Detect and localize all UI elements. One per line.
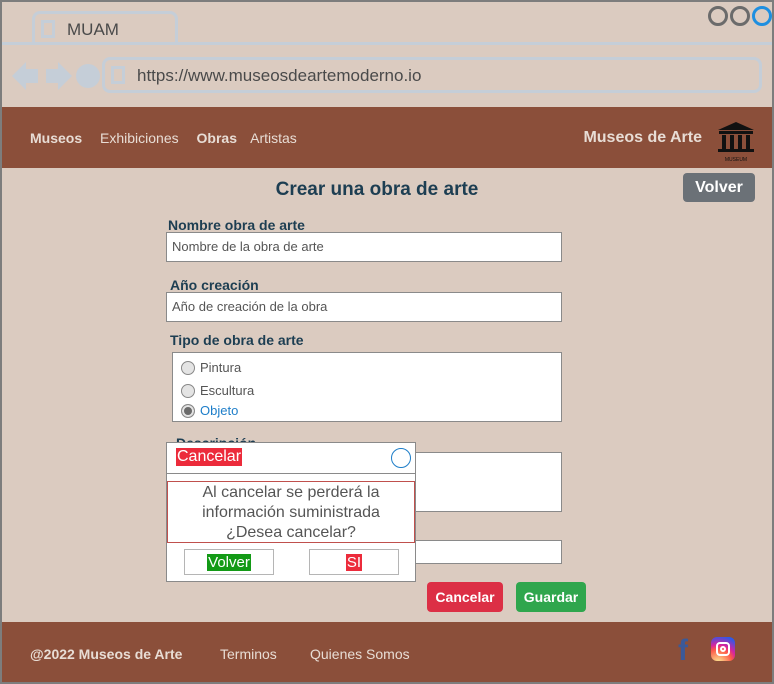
radio-objeto[interactable]: Objeto [181, 403, 238, 418]
site-header: Museos Exhibiciones Obras Artistas Museo… [2, 107, 772, 168]
dialog-message-line: información suministrada [202, 504, 380, 521]
back-arrow-icon[interactable] [12, 62, 38, 90]
radio-button[interactable] [181, 384, 195, 398]
browser-tab[interactable]: MUAM [32, 11, 178, 45]
facebook-icon[interactable]: f [678, 634, 688, 668]
dialog-yes-label: SI [345, 554, 363, 571]
radio-pintura[interactable]: Pintura [181, 360, 241, 375]
year-label: Año creación [170, 277, 259, 293]
radio-button[interactable] [181, 361, 195, 375]
dialog-yes-button[interactable]: SI [309, 549, 399, 575]
dialog-header: Cancelar [167, 443, 415, 474]
radio-label: Objeto [200, 403, 239, 418]
nav-museos[interactable]: Museos [30, 130, 82, 146]
dialog-message-line: Al cancelar se perderá la [202, 484, 380, 501]
name-label: Nombre obra de arte [168, 217, 305, 233]
back-button[interactable]: Volver [683, 173, 755, 202]
page-icon [111, 66, 125, 84]
dialog-back-button[interactable]: Volver [184, 549, 274, 575]
main-nav: Museos Exhibiciones Obras Artistas [30, 130, 311, 146]
nav-exhibiciones[interactable]: Exhibiciones [100, 130, 179, 146]
dialog-title: Cancelar [176, 448, 243, 466]
dialog-back-label: Volver [207, 554, 251, 571]
tab-title: MUAM [67, 20, 119, 39]
instagram-icon[interactable] [711, 637, 735, 661]
radio-escultura[interactable]: Escultura [181, 383, 254, 398]
nav-artistas[interactable]: Artistas [250, 130, 297, 146]
browser-window: MUAM https://www.museosdeartemoderno.io … [0, 0, 774, 684]
tab-divider [2, 42, 772, 45]
name-input[interactable]: Nombre de la obra de arte [166, 232, 562, 262]
dialog-message: Al cancelar se perderá la información su… [167, 481, 415, 543]
page-icon [41, 20, 55, 38]
about-link[interactable]: Quienes Somos [310, 646, 410, 662]
maximize-icon[interactable] [730, 6, 750, 26]
radio-label: Pintura [200, 360, 242, 375]
url-text: https://www.museosdeartemoderno.io [137, 66, 422, 85]
terms-link[interactable]: Terminos [220, 646, 277, 662]
navigation-arrows [12, 62, 100, 90]
forward-arrow-icon[interactable] [46, 62, 72, 90]
dialog-message-line: ¿Desea cancelar? [226, 524, 356, 541]
close-window-icon[interactable] [752, 6, 772, 26]
reload-icon[interactable] [76, 64, 100, 88]
close-icon[interactable] [391, 448, 411, 468]
site-footer: @2022 Museos de Arte Terminos Quienes So… [2, 622, 772, 682]
cancel-dialog: Cancelar Al cancelar se perderá la infor… [166, 442, 416, 582]
type-label: Tipo de obra de arte [170, 332, 304, 348]
copyright: @2022 Museos de Arte [30, 646, 183, 662]
svg-text:MUSEUM: MUSEUM [725, 157, 747, 163]
brand-name: Museos de Arte [583, 129, 702, 146]
save-button[interactable]: Guardar [516, 582, 586, 612]
browser-chrome: MUAM https://www.museosdeartemoderno.io [2, 2, 772, 107]
radio-label: Escultura [200, 383, 255, 398]
page-title: Crear una obra de arte [275, 179, 479, 200]
museum-logo-icon: MUSEUM [718, 122, 754, 163]
radio-button-selected[interactable] [181, 404, 195, 418]
window-controls [708, 6, 772, 26]
address-bar[interactable]: https://www.museosdeartemoderno.io [102, 57, 762, 93]
minimize-icon[interactable] [708, 6, 728, 26]
cancel-button[interactable]: Cancelar [427, 582, 503, 612]
year-input[interactable]: Año de creación de la obra [166, 292, 562, 322]
nav-obras[interactable]: Obras [197, 130, 237, 146]
type-radio-group: Pintura Escultura Objeto [172, 352, 562, 422]
